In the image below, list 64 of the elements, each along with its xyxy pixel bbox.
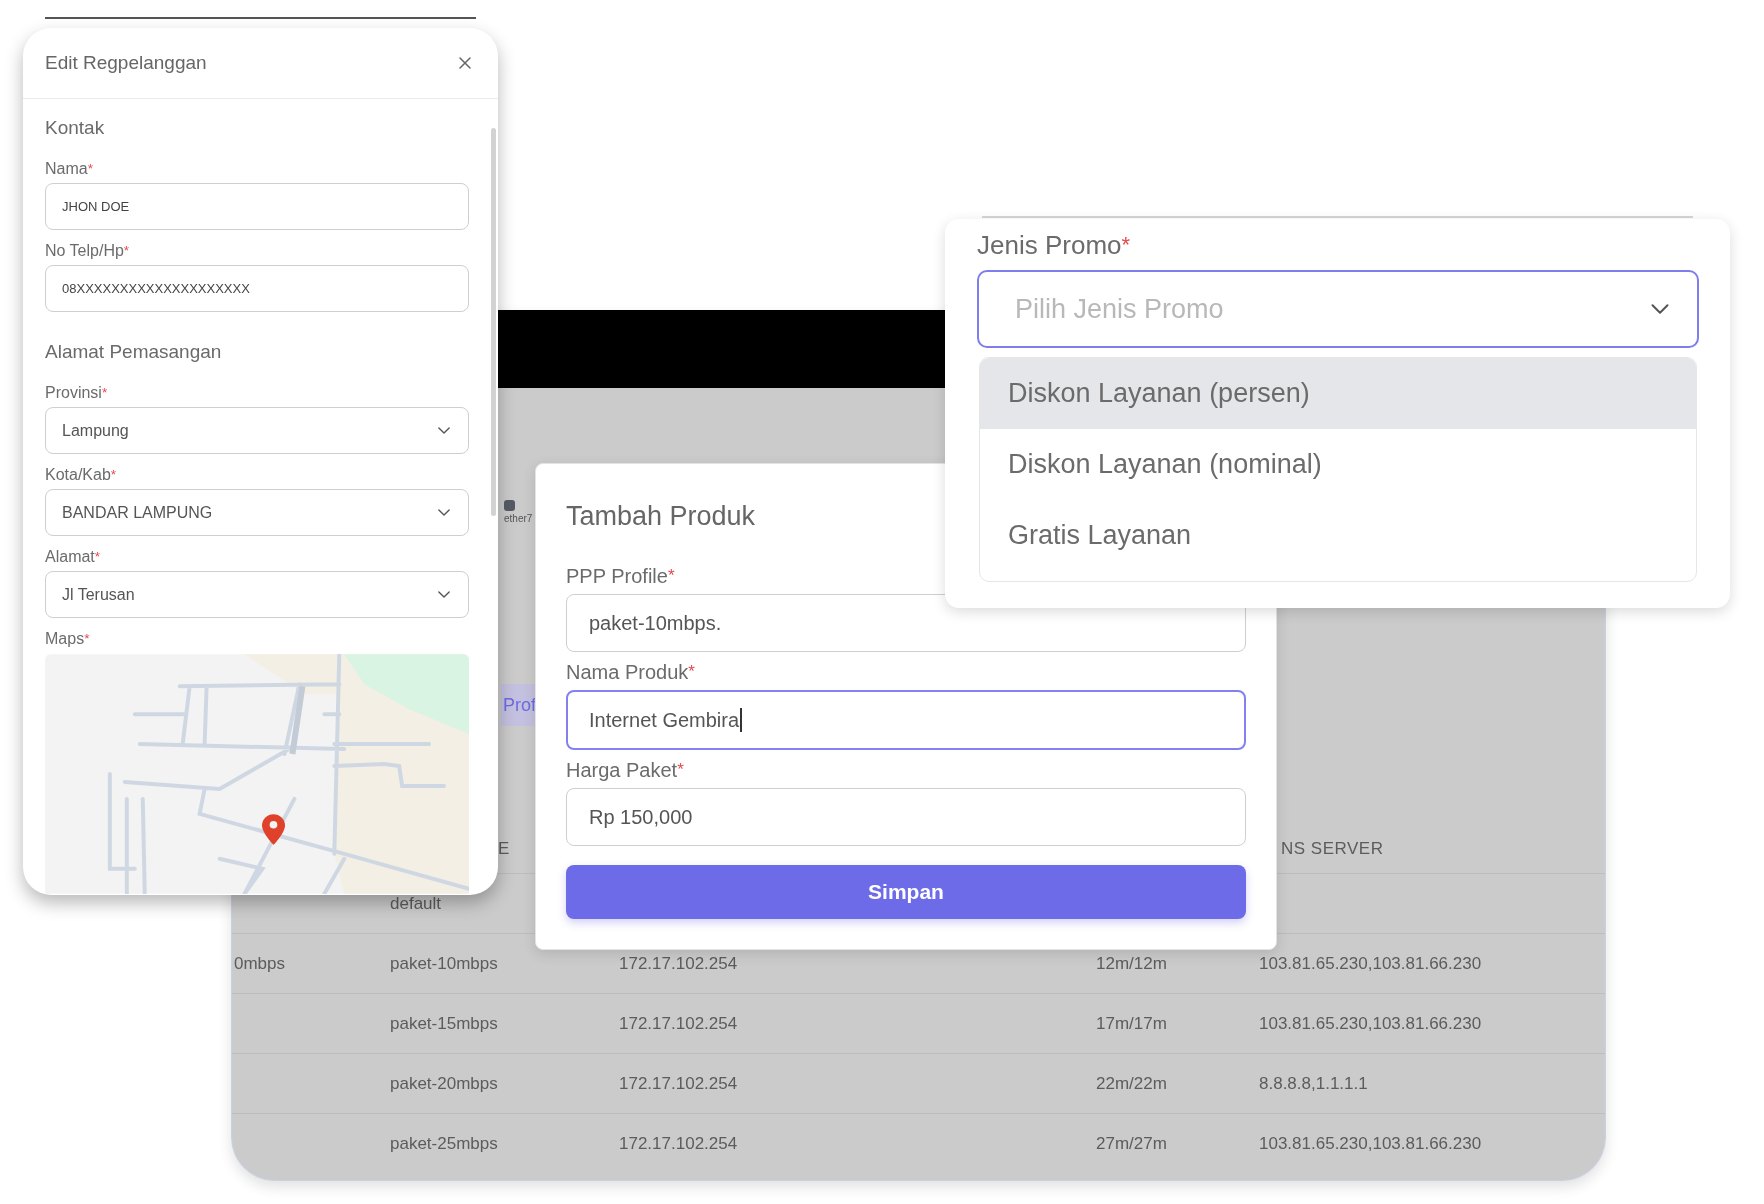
table-cell: 22m/22m (1096, 1073, 1167, 1093)
chevron-down-icon (1651, 304, 1669, 314)
dropdown-option[interactable]: Diskon Layanan (nominal) (980, 429, 1696, 500)
save-button[interactable]: Simpan (566, 865, 1246, 919)
field-label: No Telp/Hp (45, 241, 124, 261)
input-field[interactable]: 08XXXXXXXXXXXXXXXXXXXX (45, 265, 469, 312)
table-cell: 103.81.65.230,103.81.66.230 (1259, 1133, 1482, 1153)
section-heading: Kontak (45, 116, 106, 140)
field-label: Alamat (45, 547, 95, 567)
required-mark: * (677, 759, 684, 781)
column-header: NS SERVER (1281, 838, 1384, 858)
select-field[interactable]: Lampung (45, 407, 469, 454)
field-label: Nama Produk (566, 660, 689, 684)
field-label: Maps (45, 629, 85, 649)
table-cell: 172.17.102.254 (619, 1073, 738, 1093)
table-cell: paket-10mbps (390, 953, 498, 973)
table-cell: 103.81.65.230,103.81.66.230 (1259, 1013, 1482, 1033)
port-label: ether7 (504, 513, 533, 524)
column-header: E (498, 838, 510, 858)
dialog-title: Tambah Produk (566, 500, 757, 532)
required-mark: * (110, 466, 117, 484)
dialog-title: Edit Regpelanggan (45, 52, 207, 74)
select-field[interactable]: BANDAR LAMPUNG (45, 489, 469, 536)
table-cell: paket-25mbps (390, 1133, 498, 1153)
chevron-down-icon (438, 591, 450, 598)
field-label: Harga Paket (566, 758, 678, 782)
table-cell: 172.17.102.254 (619, 953, 738, 973)
field-label: Jenis Promo (977, 230, 1122, 260)
table-cell: 8.8.8.8,1.1.1.1 (1259, 1073, 1368, 1093)
dropdown-option[interactable]: Diskon Layanan (persen) (980, 358, 1696, 429)
table-cell: paket-15mbps (390, 1013, 498, 1033)
table-cell: 0mbps (234, 953, 286, 973)
chevron-down-icon (438, 427, 450, 434)
table-cell: 103.81.65.230,103.81.66.230 (1259, 953, 1482, 973)
table-cell: 17m/17m (1096, 1013, 1167, 1033)
required-mark: * (123, 242, 130, 258)
map-pin-icon (262, 814, 285, 845)
field-label: Kota/Kab (45, 465, 111, 485)
required-mark: * (84, 630, 90, 646)
table-cell: paket-20mbps (390, 1073, 498, 1093)
table-cell: default (390, 893, 442, 913)
table-cell: 172.17.102.254 (619, 1013, 738, 1033)
required-mark: * (688, 661, 695, 683)
table-cell: 12m/12m (1096, 953, 1167, 973)
dropdown-option[interactable]: Gratis Layanan (980, 500, 1696, 571)
required-mark: * (1121, 231, 1131, 259)
close-icon[interactable] (459, 57, 471, 69)
scrollbar[interactable] (491, 128, 496, 516)
input-field[interactable]: Rp 150,000 (566, 788, 1246, 846)
field-label: Nama (45, 159, 88, 179)
required-mark: * (101, 384, 108, 402)
required-mark: * (667, 565, 675, 587)
required-mark: * (87, 160, 93, 178)
field-label: Provinsi (45, 383, 102, 403)
required-mark: * (94, 548, 101, 566)
input-field[interactable]: Internet Gembira (566, 690, 1246, 750)
table-cell: 27m/27m (1096, 1133, 1167, 1153)
input-field[interactable]: JHON DOE (45, 183, 469, 230)
chevron-down-icon (438, 509, 450, 516)
select-field[interactable]: Jl Terusan (45, 571, 469, 618)
field-label: PPP Profile (566, 564, 668, 588)
section-heading: Alamat Pemasangan (45, 340, 223, 364)
table-cell: 172.17.102.254 (619, 1133, 738, 1153)
port-icon (504, 500, 515, 511)
